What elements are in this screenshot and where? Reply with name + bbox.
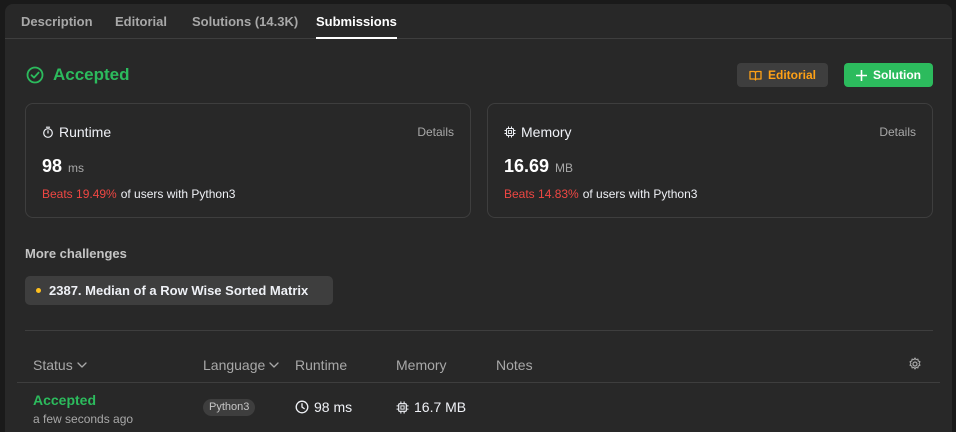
tab-bar: Description Editorial Solutions (14.3K) … <box>5 4 952 39</box>
tab-solutions[interactable]: Solutions (14.3K) <box>192 4 298 39</box>
runtime-beats-percent: Beats 19.49% <box>42 187 117 201</box>
challenge-link[interactable]: 2387. Median of a Row Wise Sorted Matrix <box>25 276 333 305</box>
submission-time: a few seconds ago <box>33 412 134 426</box>
section-divider <box>25 330 933 331</box>
solution-button-label: Solution <box>873 68 921 82</box>
memory-number: 16.69 <box>504 156 550 176</box>
runtime-value: 98 ms <box>42 156 84 177</box>
language-header-label: Language <box>203 357 266 373</box>
memory-beats-suffix: of users with Python3 <box>582 187 698 201</box>
runtime-unit: ms <box>68 161 85 175</box>
submission-runtime: 98 ms <box>295 399 352 415</box>
runtime-beats-suffix: of users with Python3 <box>120 187 236 201</box>
language-badge: Python3 <box>203 399 256 416</box>
result-header: Accepted <box>26 65 130 85</box>
chip-icon <box>504 126 516 138</box>
memory-beats-percent: Beats 14.83% <box>504 187 579 201</box>
status-column-header[interactable]: Status <box>33 357 87 373</box>
result-status: Accepted <box>53 65 130 84</box>
status-header-label: Status <box>33 357 73 373</box>
editorial-button-label: Editorial <box>767 68 816 82</box>
plus-icon <box>856 69 867 81</box>
memory-unit: MB <box>555 161 574 175</box>
gear-icon[interactable] <box>908 357 922 371</box>
editorial-button[interactable]: Editorial <box>737 63 828 87</box>
memory-column-header: Memory <box>396 357 447 373</box>
solution-button[interactable]: Solution <box>844 63 933 87</box>
runtime-card: Runtime Details 98 ms Beats 19.49% of use… <box>25 103 471 218</box>
memory-details-link[interactable]: Details <box>879 125 916 139</box>
chevron-down-icon <box>269 362 279 368</box>
book-icon <box>749 70 762 81</box>
language-column-header[interactable]: Language <box>203 357 279 373</box>
check-circle-icon <box>26 66 44 84</box>
memory-card: Memory Details 16.69 MB Beats 14.83% of u… <box>487 103 933 218</box>
more-challenges-title: More challenges <box>25 246 127 261</box>
submission-status[interactable]: Accepted <box>33 392 133 408</box>
memory-card-header: Memory <box>504 124 572 140</box>
runtime-card-header: Runtime <box>42 124 111 140</box>
chip-icon <box>396 401 409 414</box>
chevron-down-icon <box>77 362 87 368</box>
runtime-number: 98 <box>42 156 63 176</box>
submission-panel: Description Editorial Solutions (14.3K) … <box>5 4 952 432</box>
tab-submissions[interactable]: Submissions <box>316 4 397 39</box>
challenge-label: 2387. Median of a Row Wise Sorted Matrix <box>49 283 309 298</box>
submission-memory: 16.7 MB <box>396 399 466 415</box>
memory-beats: Beats 14.83% of users with Python3 <box>504 187 697 201</box>
difficulty-dot <box>36 288 41 293</box>
notes-column-header: Notes <box>496 357 533 373</box>
submission-runtime-value: 98 ms <box>314 399 353 415</box>
tab-editorial[interactable]: Editorial <box>115 4 167 39</box>
submission-memory-value: 16.7 MB <box>414 399 467 415</box>
table-header-divider <box>17 382 940 383</box>
submission-row-status[interactable]: Accepted a few seconds ago <box>33 392 133 426</box>
runtime-details-link[interactable]: Details <box>417 125 454 139</box>
memory-card-title: Memory <box>521 124 572 140</box>
memory-value: 16.69 MB <box>504 156 573 177</box>
tab-description[interactable]: Description <box>21 4 93 39</box>
runtime-column-header: Runtime <box>295 357 348 373</box>
runtime-card-title: Runtime <box>59 124 112 140</box>
clock-icon <box>295 400 309 414</box>
runtime-beats: Beats 19.49% of users with Python3 <box>42 187 235 201</box>
stopwatch-icon <box>42 126 54 138</box>
